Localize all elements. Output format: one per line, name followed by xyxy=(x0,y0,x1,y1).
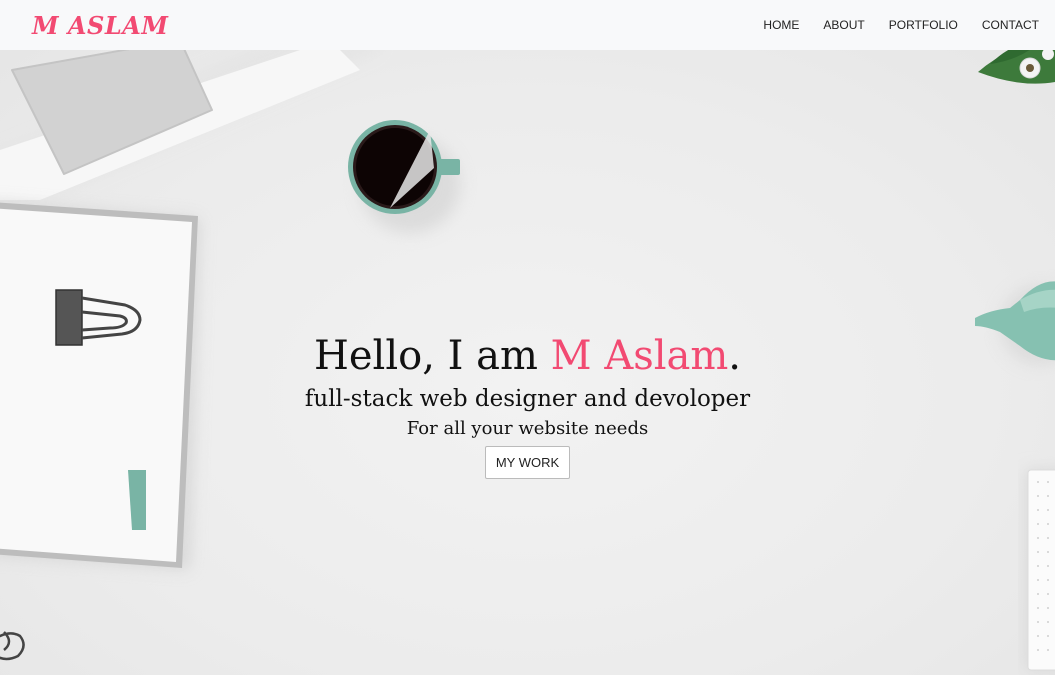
hero-name: M Aslam xyxy=(550,333,729,379)
nav-item-about: ABOUT xyxy=(799,0,864,50)
hero-greeting: Hello, I am xyxy=(313,333,551,379)
hero-period: . xyxy=(728,333,742,379)
coffee-cup-decor xyxy=(348,120,460,233)
nav-item-contact: CONTACT xyxy=(958,0,1039,50)
notepad-decor xyxy=(1026,469,1055,671)
laptop-decor xyxy=(0,50,380,200)
nav-link-portfolio[interactable]: PORTFOLIO xyxy=(865,0,958,50)
nav-links: HOME ABOUT PORTFOLIO CONTACT xyxy=(739,0,1039,50)
hero-tagline: For all your website needs xyxy=(406,418,649,439)
hero-subtitle: full-stack web designer and devoloper xyxy=(304,386,751,412)
hero-content: Hello, I am M Aslam. full-stack web desi… xyxy=(0,330,1055,479)
navbar: M ASLAM HOME ABOUT PORTFOLIO CONTACT xyxy=(0,0,1055,50)
hero-title: Hello, I am M Aslam. xyxy=(0,330,1055,382)
nav-item-home: HOME xyxy=(739,0,799,50)
nav-item-portfolio: PORTFOLIO xyxy=(865,0,958,50)
nav-link-contact[interactable]: CONTACT xyxy=(958,0,1039,50)
small-clip-decor xyxy=(0,631,25,661)
hero-section: Hello, I am M Aslam. full-stack web desi… xyxy=(0,50,1055,675)
nav-link-about[interactable]: ABOUT xyxy=(799,0,864,50)
nav-link-home[interactable]: HOME xyxy=(739,0,799,50)
brand-logo[interactable]: M ASLAM xyxy=(32,11,168,40)
plant-decor xyxy=(978,50,1055,84)
my-work-button[interactable]: MY WORK xyxy=(484,446,571,479)
